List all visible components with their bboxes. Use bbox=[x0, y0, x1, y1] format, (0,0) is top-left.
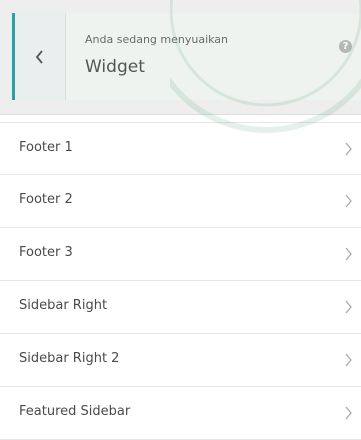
help-icon[interactable]: ? bbox=[339, 40, 352, 53]
widget-area-sidebar-right[interactable]: Sidebar Right bbox=[0, 281, 361, 334]
chevron-right-icon bbox=[345, 141, 353, 160]
chevron-left-icon bbox=[35, 49, 45, 64]
widget-area-list: Footer 1 Footer 2 Footer 3 Sidebar Right… bbox=[0, 122, 361, 440]
widget-area-footer-1[interactable]: Footer 1 bbox=[0, 122, 361, 175]
widget-area-label: Featured Sidebar bbox=[19, 404, 131, 419]
widget-area-label: Footer 2 bbox=[19, 192, 73, 207]
panel-title-area: Anda sedang menyuaikan Widget ? bbox=[66, 13, 361, 100]
widget-area-label: Sidebar Right bbox=[19, 298, 108, 313]
panel-subtitle: Anda sedang menyuaikan bbox=[85, 33, 229, 46]
widget-area-label: Footer 3 bbox=[19, 245, 73, 260]
widget-area-footer-3[interactable]: Footer 3 bbox=[0, 228, 361, 281]
widget-area-label: Sidebar Right 2 bbox=[19, 351, 120, 366]
back-button[interactable] bbox=[12, 13, 66, 100]
widget-area-sidebar-right-2[interactable]: Sidebar Right 2 bbox=[0, 334, 361, 387]
widget-area-footer-2[interactable]: Footer 2 bbox=[0, 175, 361, 228]
panel-title: Widget bbox=[85, 57, 145, 77]
chevron-right-icon bbox=[345, 193, 353, 212]
chevron-right-icon bbox=[345, 405, 353, 424]
chevron-right-icon bbox=[345, 299, 353, 318]
customizer-panel: Anda sedang menyuaikan Widget ? Footer 1… bbox=[0, 0, 361, 440]
panel-header: Anda sedang menyuaikan Widget ? bbox=[0, 0, 361, 115]
chevron-right-icon bbox=[345, 352, 353, 371]
chevron-right-icon bbox=[345, 246, 353, 265]
widget-area-label: Footer 1 bbox=[19, 140, 73, 155]
widget-area-featured-sidebar[interactable]: Featured Sidebar bbox=[0, 387, 361, 440]
